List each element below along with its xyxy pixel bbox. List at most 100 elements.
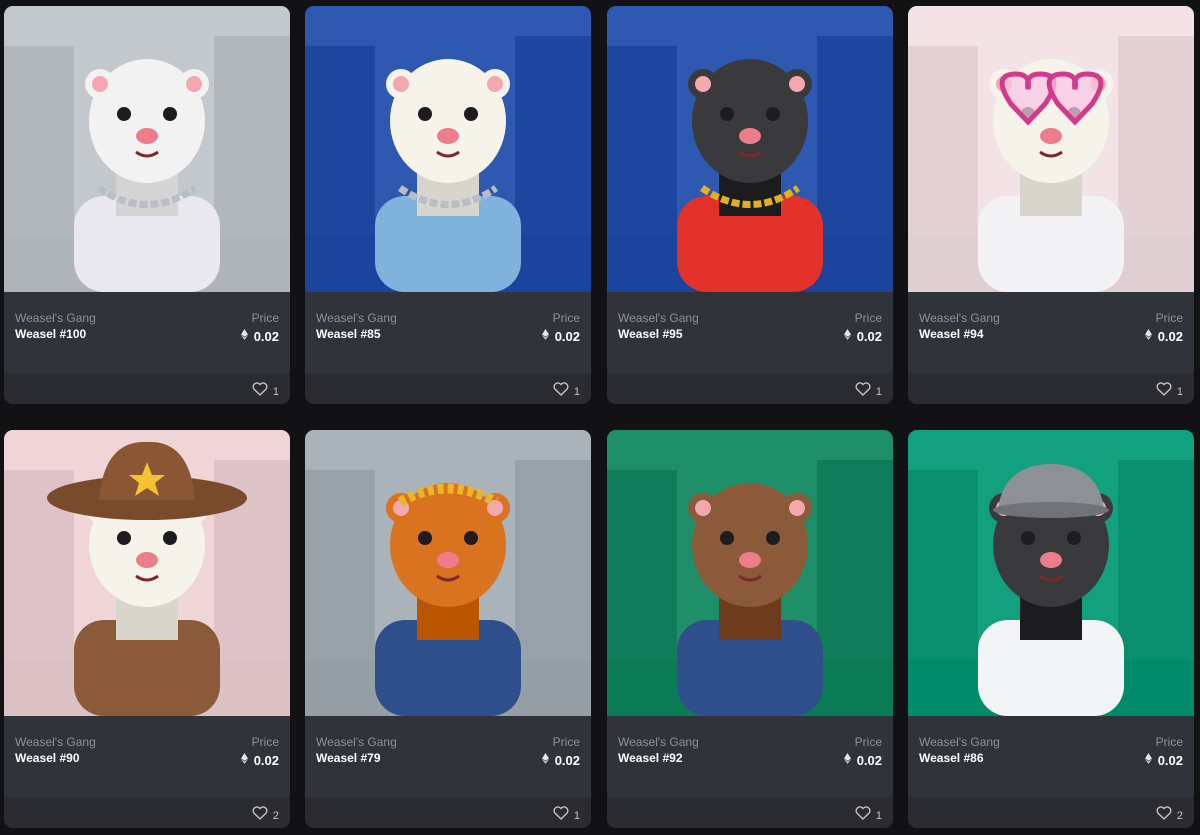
collection-name[interactable]: Weasel's Gang [15, 311, 96, 325]
nft-card[interactable]: Weasel's Gang Weasel #85 Price 0.02 1 [305, 6, 591, 404]
eth-icon [1144, 751, 1152, 769]
price-value: 0.02 [856, 328, 882, 344]
nft-name[interactable]: Weasel #86 [919, 751, 984, 765]
nft-artwork[interactable] [908, 6, 1194, 292]
price-label: Price [854, 311, 882, 325]
nft-artwork[interactable] [4, 6, 290, 292]
eth-icon [240, 751, 248, 769]
nft-card[interactable]: Weasel's Gang Weasel #92 Price 0.02 1 [607, 430, 893, 828]
card-footer: 1 [4, 373, 290, 404]
heart-icon[interactable] [1156, 382, 1172, 401]
nft-name[interactable]: Weasel #100 [15, 327, 86, 341]
heart-icon[interactable] [252, 382, 268, 401]
card-footer: 2 [908, 797, 1194, 828]
nft-name[interactable]: Weasel #85 [316, 327, 381, 341]
price-label: Price [1155, 735, 1183, 749]
heart-icon[interactable] [252, 806, 268, 825]
price-value: 0.02 [253, 328, 279, 344]
nft-artwork[interactable] [607, 6, 893, 292]
like-button[interactable]: 2 [1156, 806, 1183, 825]
nft-name[interactable]: Weasel #79 [316, 751, 381, 765]
price-label: Price [854, 735, 882, 749]
like-count: 1 [1176, 385, 1183, 398]
price-label: Price [251, 735, 279, 749]
nft-name[interactable]: Weasel #92 [618, 751, 683, 765]
card-info: Weasel's Gang Weasel #94 Price 0.02 [908, 292, 1194, 373]
card-info: Weasel's Gang Weasel #85 Price 0.02 [305, 292, 591, 373]
like-button[interactable]: 1 [1156, 382, 1183, 401]
like-button[interactable]: 2 [252, 806, 279, 825]
price-label: Price [251, 311, 279, 325]
collection-name[interactable]: Weasel's Gang [618, 735, 699, 749]
card-footer: 1 [607, 797, 893, 828]
price-row: 0.02 [541, 751, 580, 769]
card-info: Weasel's Gang Weasel #79 Price 0.02 [305, 716, 591, 797]
nft-artwork[interactable] [607, 430, 893, 716]
nft-artwork[interactable] [4, 430, 290, 716]
price-row: 0.02 [1144, 327, 1183, 345]
nft-card[interactable]: Weasel's Gang Weasel #90 Price 0.02 2 [4, 430, 290, 828]
nft-card[interactable]: Weasel's Gang Weasel #100 Price 0.02 1 [4, 6, 290, 404]
card-footer: 1 [305, 373, 591, 404]
like-count: 2 [272, 809, 279, 822]
heart-icon[interactable] [553, 806, 569, 825]
eth-icon [541, 327, 549, 345]
like-button[interactable]: 1 [855, 806, 882, 825]
like-count: 1 [573, 809, 580, 822]
card-info: Weasel's Gang Weasel #92 Price 0.02 [607, 716, 893, 797]
price-value: 0.02 [253, 752, 279, 768]
price-row: 0.02 [240, 751, 279, 769]
collection-name[interactable]: Weasel's Gang [316, 311, 397, 325]
card-footer: 1 [607, 373, 893, 404]
heart-icon[interactable] [553, 382, 569, 401]
price-label: Price [1155, 311, 1183, 325]
nft-name[interactable]: Weasel #95 [618, 327, 683, 341]
price-value: 0.02 [1157, 328, 1183, 344]
card-footer: 2 [4, 797, 290, 828]
like-count: 1 [875, 385, 882, 398]
collection-name[interactable]: Weasel's Gang [316, 735, 397, 749]
nft-card[interactable]: Weasel's Gang Weasel #79 Price 0.02 1 [305, 430, 591, 828]
price-row: 0.02 [240, 327, 279, 345]
card-footer: 1 [305, 797, 591, 828]
price-value: 0.02 [554, 752, 580, 768]
nft-name[interactable]: Weasel #94 [919, 327, 984, 341]
nft-name[interactable]: Weasel #90 [15, 751, 80, 765]
like-count: 1 [573, 385, 580, 398]
price-row: 0.02 [843, 327, 882, 345]
heart-icon[interactable] [1156, 806, 1172, 825]
price-value: 0.02 [1157, 752, 1183, 768]
nft-artwork[interactable] [305, 430, 591, 716]
nft-card[interactable]: Weasel's Gang Weasel #95 Price 0.02 1 [607, 6, 893, 404]
nft-artwork[interactable] [305, 6, 591, 292]
price-value: 0.02 [856, 752, 882, 768]
price-value: 0.02 [554, 328, 580, 344]
collection-name[interactable]: Weasel's Gang [919, 735, 1000, 749]
card-info: Weasel's Gang Weasel #95 Price 0.02 [607, 292, 893, 373]
like-button[interactable]: 1 [252, 382, 279, 401]
like-button[interactable]: 1 [553, 806, 580, 825]
like-button[interactable]: 1 [553, 382, 580, 401]
card-info: Weasel's Gang Weasel #100 Price 0.02 [4, 292, 290, 373]
card-footer: 1 [908, 373, 1194, 404]
heart-icon[interactable] [855, 382, 871, 401]
like-count: 1 [875, 809, 882, 822]
eth-icon [1144, 327, 1152, 345]
eth-icon [843, 327, 851, 345]
price-row: 0.02 [843, 751, 882, 769]
eth-icon [541, 751, 549, 769]
collection-name[interactable]: Weasel's Gang [919, 311, 1000, 325]
price-row: 0.02 [1144, 751, 1183, 769]
card-info: Weasel's Gang Weasel #90 Price 0.02 [4, 716, 290, 797]
eth-icon [843, 751, 851, 769]
like-count: 2 [1176, 809, 1183, 822]
collection-name[interactable]: Weasel's Gang [618, 311, 699, 325]
price-label: Price [552, 735, 580, 749]
nft-card[interactable]: Weasel's Gang Weasel #86 Price 0.02 2 [908, 430, 1194, 828]
nft-card[interactable]: Weasel's Gang Weasel #94 Price 0.02 1 [908, 6, 1194, 404]
heart-icon[interactable] [855, 806, 871, 825]
nft-artwork[interactable] [908, 430, 1194, 716]
price-row: 0.02 [541, 327, 580, 345]
collection-name[interactable]: Weasel's Gang [15, 735, 96, 749]
like-button[interactable]: 1 [855, 382, 882, 401]
